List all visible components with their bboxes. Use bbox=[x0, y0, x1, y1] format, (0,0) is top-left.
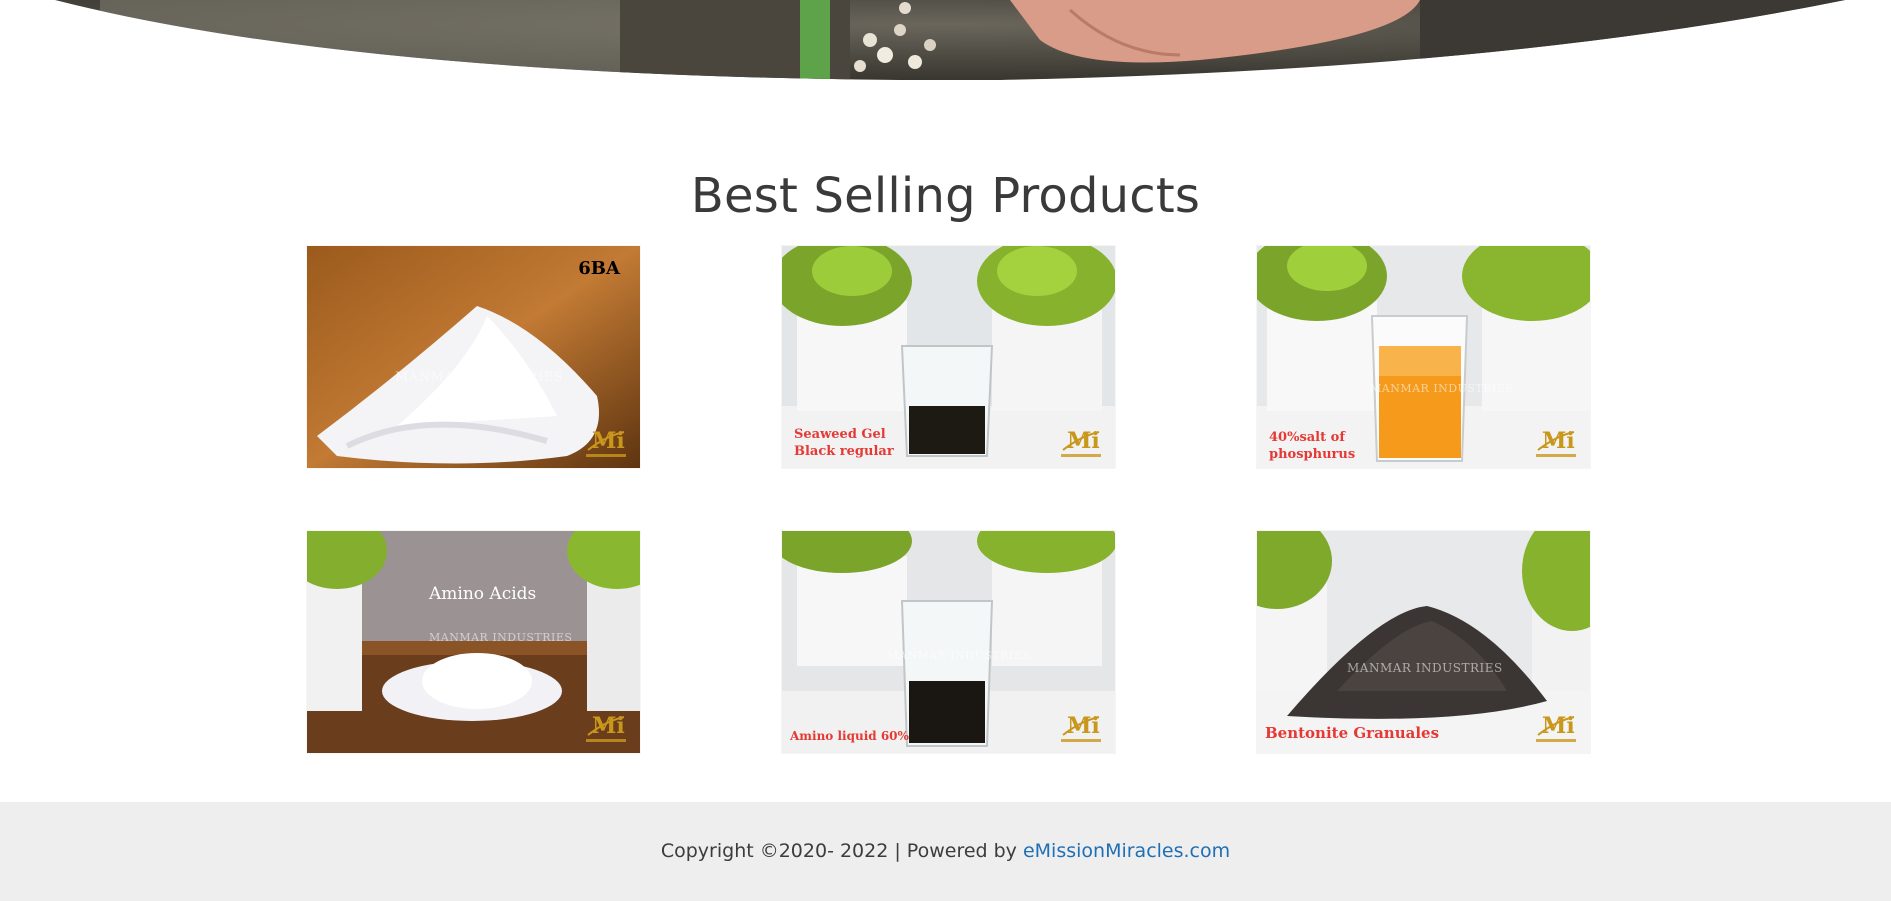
powered-by-link[interactable]: eMissionMiracles.com bbox=[1023, 840, 1230, 862]
site-footer: Copyright ©2020- 2022 | Powered by eMiss… bbox=[0, 802, 1891, 901]
product-label-line1: Seaweed Gel bbox=[794, 427, 886, 442]
hero-banner-image bbox=[0, 0, 1891, 82]
product-label: Seaweed Gel Black regular bbox=[794, 426, 894, 460]
svg-text:Mi: Mi bbox=[1542, 428, 1575, 454]
brand-logo-icon: Mi bbox=[1530, 707, 1582, 747]
watermark-text: MANMAR INDUSTRIES bbox=[1347, 661, 1503, 675]
brand-logo-icon: Mi bbox=[1055, 422, 1107, 462]
product-label-line2: Black regular bbox=[794, 444, 894, 459]
product-label-line1: 40%salt of bbox=[1269, 430, 1345, 445]
product-label: 40%salt of phosphurus bbox=[1269, 429, 1355, 463]
brand-logo-icon: Mi bbox=[580, 707, 632, 747]
product-card-bentonite-granuales[interactable]: Bentonite Granuales MANMAR INDUSTRIES Mi bbox=[1257, 531, 1590, 753]
svg-text:Mi: Mi bbox=[1067, 713, 1100, 739]
product-card-seaweed-gel[interactable]: Seaweed Gel Black regular Mi bbox=[782, 246, 1115, 468]
svg-text:Mi: Mi bbox=[1067, 428, 1100, 454]
watermark-text: MANMAR INDUSTRIES bbox=[429, 631, 573, 644]
brand-logo-icon: Mi bbox=[1530, 422, 1582, 462]
svg-text:Mi: Mi bbox=[592, 428, 625, 454]
svg-text:Mi: Mi bbox=[1542, 713, 1575, 739]
brand-logo-icon: Mi bbox=[580, 422, 632, 462]
product-card-amino-acids[interactable]: Amino Acids MANMAR INDUSTRIES Mi bbox=[307, 531, 640, 753]
product-card-salt-of-phosphurus[interactable]: 40%salt of phosphurus MANMAR INDUSTRIES … bbox=[1257, 246, 1590, 468]
product-label: Amino Acids bbox=[429, 584, 537, 604]
watermark-text: MANMAR INDUSTRIES bbox=[395, 370, 563, 385]
product-label: Bentonite Granuales bbox=[1265, 724, 1440, 742]
product-label-line2: phosphurus bbox=[1269, 447, 1356, 462]
brand-logo-icon: Mi bbox=[1055, 707, 1107, 747]
product-label: Amino liquid 60% bbox=[790, 729, 909, 743]
product-card-amino-liquid[interactable]: Amino liquid 60% MANMAR INDUSTRIES Mi bbox=[782, 531, 1115, 753]
section-title: Best Selling Products bbox=[690, 168, 1201, 224]
watermark-text: MANMAR INDUSTRIES bbox=[1370, 382, 1514, 395]
product-card-6ba[interactable]: 6BA MANMAR INDUSTRIES Mi bbox=[307, 246, 640, 468]
product-label: 6BA bbox=[578, 258, 620, 279]
watermark-text: MANMAR INDUSTRIES bbox=[887, 649, 1031, 662]
footer-copyright: Copyright ©2020- 2022 | Powered by eMiss… bbox=[0, 840, 1891, 862]
copyright-text: Copyright ©2020- 2022 | Powered by bbox=[660, 840, 1023, 862]
svg-text:Mi: Mi bbox=[592, 713, 625, 739]
